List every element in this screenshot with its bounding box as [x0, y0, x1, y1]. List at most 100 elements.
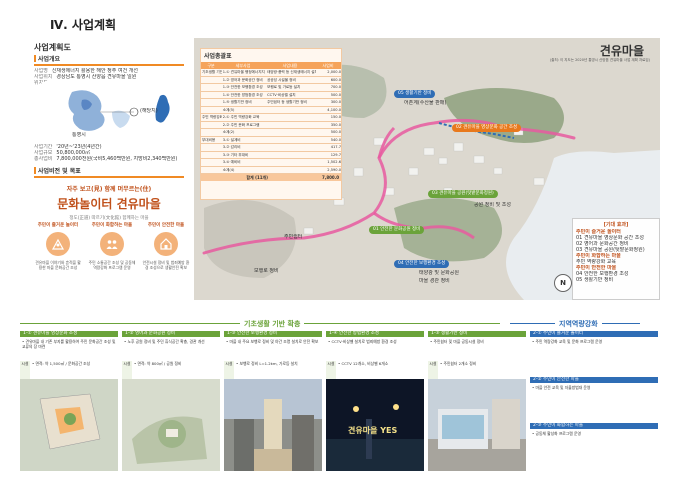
- col-3-desc: • 마을 내 주요 보행로 정비 및 야간 조명 설치로 안전 확보: [226, 339, 319, 344]
- cost-cell-item: 소계(5): [222, 107, 235, 112]
- cost-cell-cost: 4,100.0: [327, 107, 341, 112]
- map-label-02: 02 견유마을 영상문화 공간 조성: [452, 124, 522, 132]
- map-subtitle: (출처: 이 지도는 2020년 통영시 산양읍 견유마을 사업 계획 자료임): [549, 58, 650, 62]
- cost-cell-category: [201, 167, 222, 174]
- band-right-label: 지역역량강화: [555, 319, 602, 329]
- cost-cell-desc: [266, 152, 316, 159]
- cost-cell-category: [201, 152, 222, 159]
- cost-cell-cost: 500.0: [330, 92, 341, 97]
- cost-cell-category: [201, 129, 222, 136]
- cost-cell-category: [201, 122, 222, 129]
- left-panel: 사업계획도 사업개요 사업명 신재생에너지 활용한 해안 정주 여건 개선 사업위…: [20, 38, 190, 318]
- goal-2: 주민이 화합하는 마을 주민 소통공간 조성 및 공동체 역량강화 프로그램 운…: [88, 222, 136, 270]
- map-label-04: 04 안전한 보행환경 조성: [394, 260, 450, 268]
- vision-header: 사업비전 및 목표: [34, 166, 184, 178]
- north-arrow-icon: N: [554, 274, 572, 292]
- capacity-desc-1: • 주민 역량강화 교육 및 문화 프로그램 운영: [532, 339, 603, 344]
- cost-total-row: 합계 (11개) 7,800.0: [201, 174, 341, 181]
- safe-home-icon: [154, 232, 178, 256]
- total-label: 합계 (11개): [246, 175, 269, 180]
- col-3: 1-③ 안전한 보행환경 정비 • 마을 내 주요 보행로 정비 및 야간 조명…: [224, 331, 322, 471]
- col-1-desc: • 견유마을 내 기존 부지를 활용하여 주민 문화공간 조성 및 교류의 장 …: [22, 339, 116, 349]
- facts: 사업기간 '20년~'23년(4년간) 사업규모 50,800,000㎡ 총사업비 7…: [34, 144, 184, 162]
- goal-1-title: 주민이 즐거운 놀이터: [37, 223, 79, 228]
- cost-cell-item: 1-④ 안전한 방범환경 조성: [222, 92, 263, 97]
- cost-cell-desc: [266, 129, 316, 136]
- cost-cell-category: 부대비용: [202, 137, 216, 142]
- col-5-tag: 시설: [428, 361, 438, 379]
- map-label-05: 05 생활기반 정비: [394, 90, 436, 98]
- col-5-photo: [428, 379, 526, 471]
- col-2-spec: • 면적: 약 800㎡ / 공원 정비: [134, 361, 182, 366]
- map-label-01: 01 안전한 문화공원 정비: [369, 226, 425, 234]
- cost-row: 1-② 영어과 문화공간 정비 공공성 시설물 정비 600.0: [201, 77, 341, 84]
- col-1: 1-① 견유마을 영상문화 조성 • 견유마을 내 기존 부지를 활용하여 주민…: [20, 331, 118, 471]
- cost-cell-desc: 공공성 시설물 정비: [267, 77, 296, 82]
- plan-title: 사업계획도: [34, 43, 71, 52]
- cost-cell-desc: [266, 107, 316, 114]
- cost-cell-cost: 500.0: [330, 130, 341, 134]
- cost-cell-cost: 700.0: [330, 85, 341, 89]
- location-map: (해당지) 통영시: [42, 82, 182, 142]
- cost-cell-category: 기초생활 기반확충: [202, 70, 222, 74]
- cost-row: 2-② 주민 문화 프로그램 350.0: [201, 122, 341, 129]
- map-note-3: 마을 경관 정비: [419, 278, 450, 284]
- slogan-sub: 정도(正道) 따르기(文化館) 함께하는 마을: [69, 216, 149, 221]
- col-1-tag: 시설: [20, 361, 30, 379]
- cost-row: 3-② 감리비 417.7: [201, 144, 341, 152]
- cost-cell-cost: 540.0: [330, 137, 341, 142]
- cost-cell-cost: 2,000.0: [327, 70, 341, 74]
- cost-cell-item: 3-③ 기타 부대비: [222, 152, 249, 157]
- map-legend: [기대 효과] 주민이 즐거운 놀이터 01 견유마을 영상문화 공간 조성 0…: [572, 218, 660, 300]
- cost-cell-desc: [266, 144, 316, 151]
- map-city-label: 통영시: [72, 132, 86, 138]
- col-desc: 사업내용: [282, 63, 298, 68]
- value-budget: 7,800,000천원(국비5,460백만원, 지방비2,340백만원): [56, 156, 178, 162]
- cost-cell-cost: 417.7: [330, 145, 341, 149]
- col-5-spec: • 주민쉼터 2개소 정비: [440, 361, 477, 366]
- cost-cell-item: 1-③ 안전한 보행환경 조성: [222, 85, 263, 89]
- cost-cell-desc: [266, 137, 316, 144]
- cost-row: 기초생활 기반확충1-① 견유마을 행정에너지지 조성태양광·풍력 등 신재생에…: [201, 69, 341, 77]
- slogan-main: 문화놀이터 견유마을: [57, 197, 161, 211]
- cost-cell-desc: 태양광·풍력 등 신재생에너지 설치: [267, 70, 317, 74]
- map-note-6: 보행로 정비: [254, 268, 279, 274]
- cost-table-header: 구분 세부사업 사업내용 사업비: [201, 62, 341, 69]
- cost-cell-item: 소계(4): [222, 167, 235, 172]
- cost-cell-desc: [266, 114, 316, 121]
- band-left-label: 기초생활 기반 확충: [240, 319, 305, 329]
- cost-cell-cost: 129.7: [330, 152, 341, 157]
- cost-cell-item: 3-① 설계비: [222, 137, 241, 142]
- photo-caption: 견유마을 YES: [348, 426, 398, 435]
- slogan-top: 자주 보고(見) 함께 머무르는(住): [66, 186, 152, 193]
- label-budget: 총사업비: [34, 156, 53, 162]
- cost-table-title: 사업총괄표: [204, 53, 232, 60]
- cost-cell-category: [201, 84, 222, 91]
- cost-row: 3-④ 예비비 1,502.6: [201, 159, 341, 167]
- col-5-desc: • 주민쉼터 및 마을 공동시설 정비: [430, 339, 484, 344]
- map-note-5: 공원 정비 및 조성: [474, 202, 511, 208]
- col-3-spec: • 보행로 정비 L=1.2km, 가로등 설치: [236, 361, 298, 366]
- cost-cell-cost: 350.0: [330, 122, 341, 127]
- map-site-label: (해당지): [140, 108, 158, 114]
- value-location: 경상남도 통영시 산양읍 견유마을 일원: [56, 73, 137, 80]
- cost-cell-item: 1-① 견유마을 행정에너지지 조성: [222, 70, 266, 74]
- goal-3-title: 주민이 안전한 마을: [147, 223, 185, 228]
- cost-row: 부대비용 3-① 설계비 540.0: [201, 137, 341, 144]
- cost-cell-desc: CCTV·비상벨 설치: [267, 92, 296, 97]
- col-3-tag: 시설: [224, 361, 234, 379]
- playground-icon: [46, 232, 70, 256]
- total-cost: 7,800.0: [322, 175, 339, 180]
- cost-cell-cost: 1,502.6: [327, 160, 341, 164]
- goal-1: 주민이 즐거운 놀이터 견유마을 이야기와 흔적을 활용한 마을 문화공간 조성: [34, 222, 82, 270]
- cost-row: 1-④ 안전한 방범환경 조성 CCTV·비상벨 설치 500.0: [201, 92, 341, 99]
- cost-cell-desc: 주민쉼터 등 생활기반 정비: [267, 100, 307, 104]
- col-4-tag: 시설: [326, 361, 336, 379]
- cost-cell-item: 1-⑤ 생활기반 정비: [222, 100, 252, 104]
- cost-row: 3-③ 기타 부대비 129.7: [201, 152, 341, 159]
- legend-item-9: 05 생활기반 정비: [576, 277, 614, 283]
- cost-row: 소계(4) 2,590.0: [201, 167, 341, 174]
- cost-cell-category: 주민 역량강화: [202, 115, 222, 119]
- col-4-spec: • CCTV 12개소, 비상벨 6개소: [338, 361, 389, 366]
- cost-cell-item: 3-④ 예비비: [222, 160, 241, 164]
